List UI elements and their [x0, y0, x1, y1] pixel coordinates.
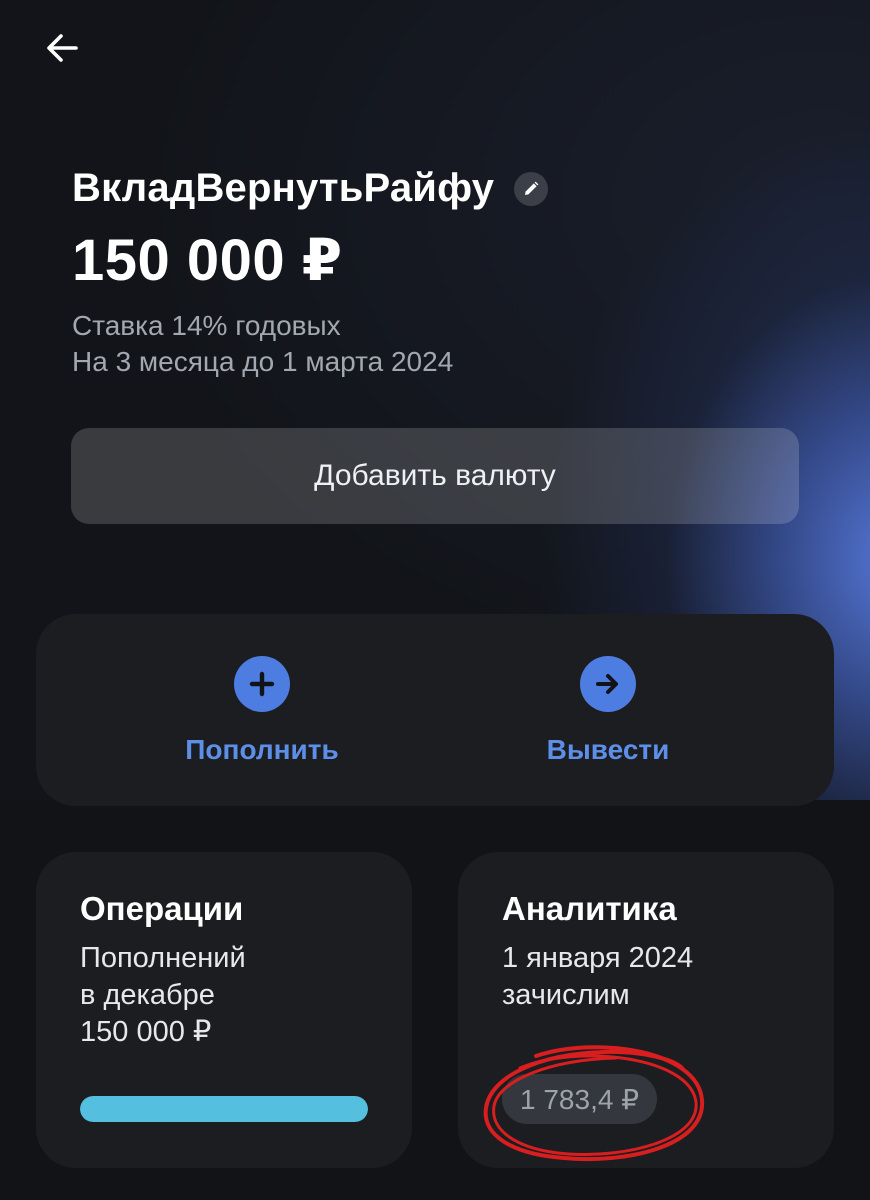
- operations-line2: в декабре: [80, 979, 215, 1011]
- withdraw-button[interactable]: Вывести: [498, 656, 718, 776]
- operations-progress-fill: [80, 1096, 368, 1122]
- operations-title: Операции: [80, 890, 244, 927]
- topup-button[interactable]: Пополнить: [152, 656, 372, 776]
- deposit-amount: 150 000 ₽: [72, 228, 343, 293]
- analytics-title: Аналитика: [502, 890, 677, 927]
- operations-card[interactable]: Операции Пополнений в декабре 150 000 ₽: [36, 852, 412, 1168]
- arrow-right-icon: [596, 674, 618, 694]
- arrow-left-icon: [47, 34, 78, 62]
- add-currency-button[interactable]: Добавить валюту: [71, 428, 799, 524]
- operations-line1: Пополнений: [80, 942, 246, 974]
- analytics-line1: 1 января 2024: [502, 942, 694, 974]
- withdraw-icon-circle: [580, 656, 636, 712]
- back-button[interactable]: [38, 24, 86, 72]
- deposit-screen: ВкладВернутьРайфу 150 000 ₽ Ставка 14% г…: [0, 0, 870, 1200]
- topup-label: Пополнить: [185, 734, 339, 765]
- actions-panel: Пополнить Вывести: [36, 614, 834, 806]
- pencil-icon: [525, 181, 539, 195]
- deposit-rate: Ставка 14% годовых: [72, 310, 341, 341]
- analytics-line2: зачислим: [502, 979, 630, 1011]
- edit-name-button[interactable]: [514, 171, 549, 206]
- analytics-card[interactable]: Аналитика 1 января 2024 зачислим 1 783,4…: [458, 852, 834, 1168]
- deposit-name: ВкладВернутьРайфу: [72, 166, 495, 210]
- withdraw-label: Вывести: [546, 734, 670, 765]
- operations-progress-bar: [80, 1096, 368, 1122]
- deposit-title-row: ВкладВернутьРайфу: [72, 166, 549, 211]
- topup-icon-circle: [234, 656, 290, 712]
- operations-amount: 150 000 ₽: [80, 1016, 212, 1048]
- plus-icon: [249, 671, 275, 697]
- deposit-term: На 3 месяца до 1 марта 2024: [72, 346, 454, 377]
- income-badge: 1 783,4 ₽: [502, 1074, 658, 1124]
